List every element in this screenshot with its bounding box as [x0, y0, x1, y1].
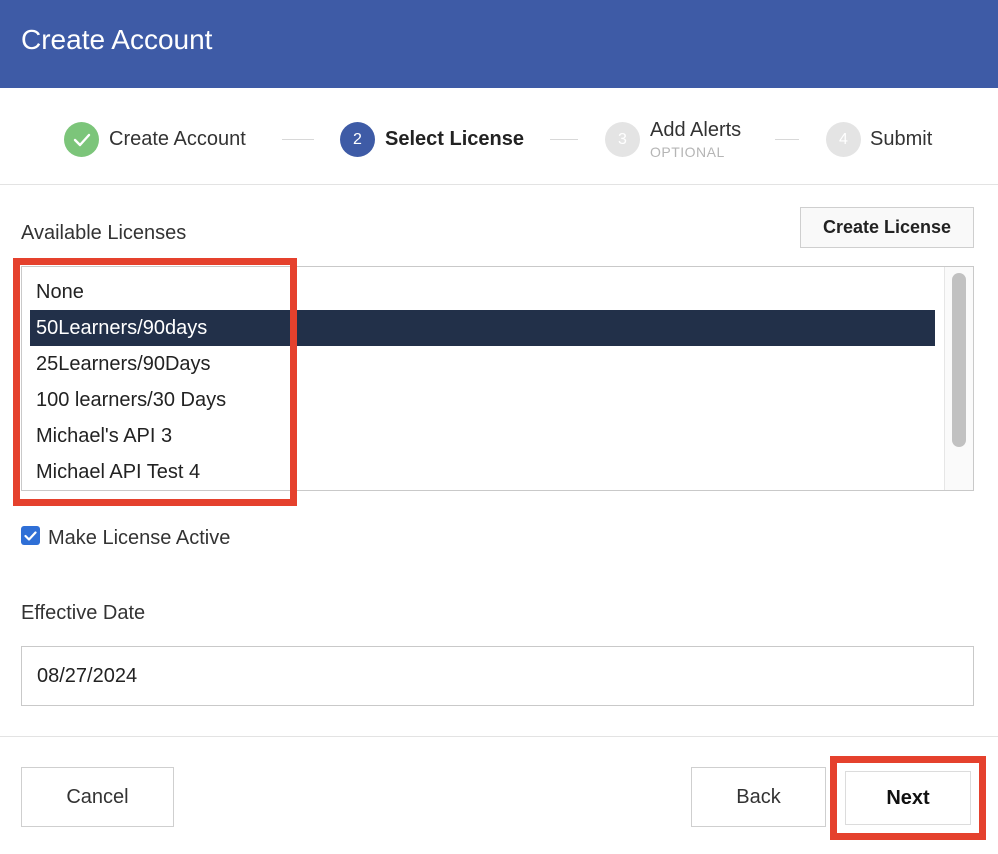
wizard-stepper: Create Account 2 Select License 3 Add Al…: [0, 88, 998, 185]
scrollbar-thumb[interactable]: [952, 273, 966, 447]
next-button[interactable]: Next: [845, 771, 971, 825]
step-number-badge: 3: [605, 122, 640, 157]
step-label: Add Alerts: [650, 119, 742, 141]
step-label: Create Account: [109, 128, 246, 150]
modal-title: Create Account: [21, 24, 213, 55]
effective-date-label: Effective Date: [21, 602, 146, 624]
modal-header: Create Account: [0, 0, 998, 88]
list-item-selected[interactable]: 50Learners/90days: [30, 310, 935, 346]
scrollbar[interactable]: [944, 267, 973, 490]
step-connector: [550, 139, 578, 140]
step-optional-tag: OPTIONAL: [650, 144, 725, 160]
available-licenses-label: Available Licenses: [21, 222, 187, 244]
back-button[interactable]: Back: [691, 767, 826, 827]
list-item[interactable]: 25Learners/90Days: [30, 346, 935, 382]
list-item[interactable]: Michael API Test 4: [30, 454, 935, 490]
step-connector: [282, 139, 314, 140]
step-number-badge: 4: [826, 122, 861, 157]
list-item[interactable]: Michael's API 3: [30, 418, 935, 454]
make-license-active-label[interactable]: Make License Active: [48, 527, 230, 550]
step-label: Select License: [385, 128, 524, 150]
license-listbox[interactable]: None 50Learners/90days 25Learners/90Days…: [21, 266, 974, 491]
make-license-active-checkbox[interactable]: [21, 526, 40, 545]
create-license-button[interactable]: Create License: [800, 207, 974, 248]
checkmark-icon: [24, 530, 37, 541]
footer-divider: [0, 736, 998, 737]
cancel-button[interactable]: Cancel: [21, 767, 174, 827]
list-item[interactable]: None: [30, 274, 935, 310]
step-connector: [775, 139, 799, 140]
list-item[interactable]: 100 learners/30 Days: [30, 382, 935, 418]
step-number-badge: 2: [340, 122, 375, 157]
step-label: Submit: [870, 128, 933, 150]
effective-date-input[interactable]: [21, 646, 974, 706]
check-icon: [64, 122, 99, 157]
